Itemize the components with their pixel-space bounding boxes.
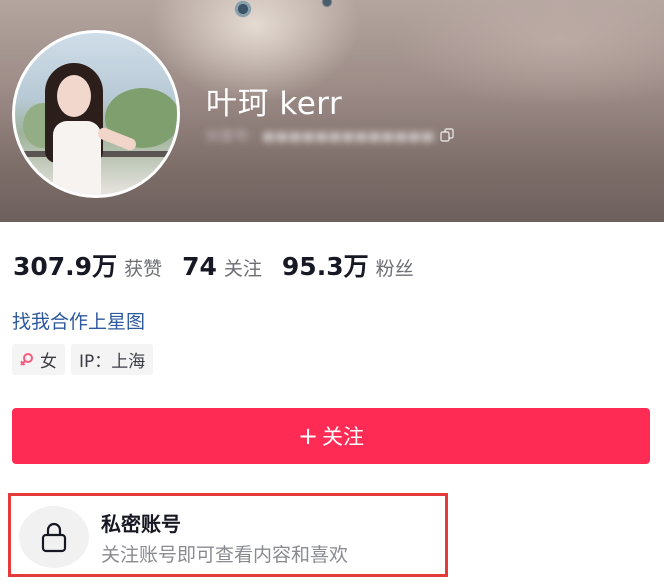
avatar-image-part — [53, 121, 101, 195]
lock-badge — [19, 506, 89, 568]
copy-icon[interactable] — [440, 128, 454, 142]
avatar-image-part — [57, 75, 91, 117]
likes-label: 获赞 — [124, 258, 163, 280]
follow-button-label: 关注 — [322, 425, 365, 449]
ip-label: IP：上海 — [79, 352, 146, 372]
follow-button[interactable]: + 关注 — [12, 408, 650, 464]
cover-image-detail — [232, 0, 254, 18]
private-account-description: 关注账号即可查看内容和喜欢 — [101, 544, 349, 566]
female-icon — [20, 352, 33, 366]
lock-icon — [41, 522, 67, 553]
private-account-title: 私密账号 — [101, 512, 181, 536]
private-account-notice: 私密账号 关注账号即可查看内容和喜欢 — [8, 493, 448, 577]
cover-image-detail — [320, 0, 334, 8]
gender-tag: 女 — [12, 344, 65, 375]
likes-count: 307.9万 — [13, 252, 118, 281]
following-count[interactable]: 74 — [182, 252, 217, 281]
bio-link[interactable]: 找我合作上星图 — [12, 307, 145, 334]
account-id: 抖音号：■■■■■■■■■■■■■■ — [206, 129, 436, 142]
profile-stats: 307.9万 获赞 74 关注 95.3万 粉丝 — [13, 247, 434, 281]
gender-label: 女 — [40, 352, 57, 372]
followers-count[interactable]: 95.3万 — [282, 247, 369, 283]
ip-tag: IP：上海 — [71, 344, 154, 375]
plus-icon: + — [297, 422, 319, 450]
profile-tags: 女 IP：上海 — [12, 344, 154, 375]
followers-label[interactable]: 粉丝 — [376, 254, 414, 281]
avatar[interactable] — [12, 30, 180, 198]
profile-username: 叶珂 kerr — [206, 86, 343, 122]
following-label[interactable]: 关注 — [224, 254, 262, 281]
